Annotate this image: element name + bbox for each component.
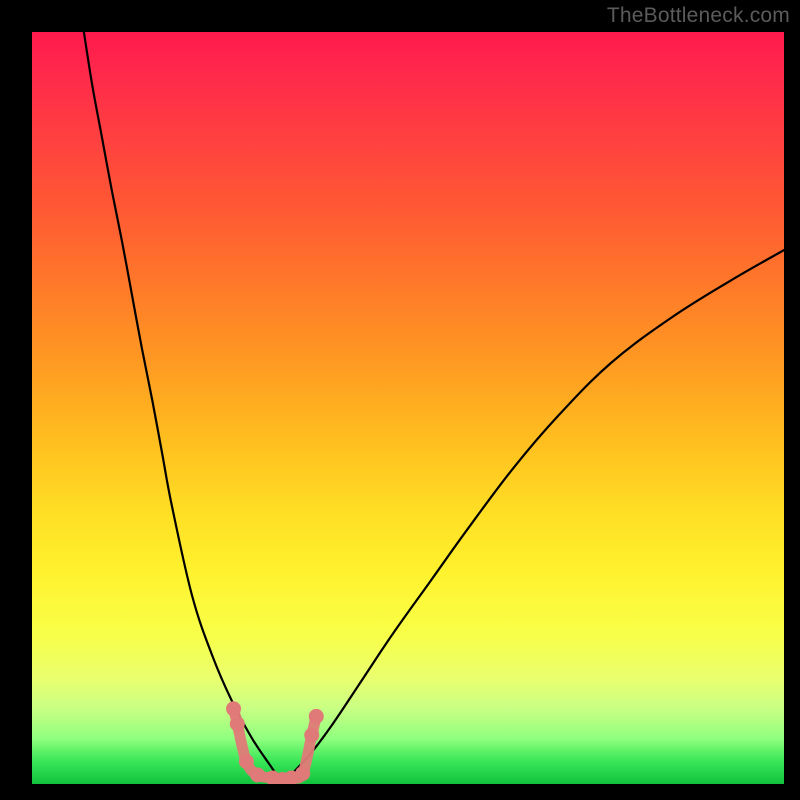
chart-frame: TheBottleneck.com xyxy=(0,0,800,800)
marker-dot xyxy=(230,716,245,731)
marker-dot xyxy=(239,754,254,769)
marker-dot xyxy=(226,701,241,716)
right-branch-curve xyxy=(282,250,784,784)
curve-layer xyxy=(84,32,784,784)
plot-area xyxy=(32,32,784,784)
marker-dot xyxy=(304,728,319,743)
watermark-text: TheBottleneck.com xyxy=(607,4,790,28)
marker-dot xyxy=(295,766,310,781)
left-branch-curve xyxy=(84,32,283,784)
marker-dot xyxy=(250,767,265,782)
chart-svg xyxy=(32,32,784,784)
marker-dot xyxy=(309,709,324,724)
